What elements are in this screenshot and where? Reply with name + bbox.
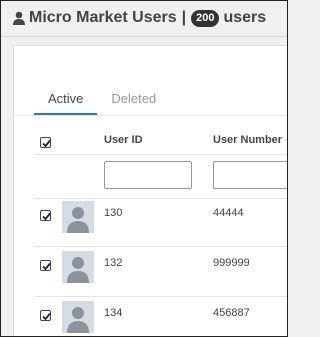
checkmark-icon [42,139,51,148]
tab-active[interactable]: Active [34,88,98,115]
user-id-cell: 130 [104,207,123,219]
users-panel: Active Deleted User ID User Number 130 4… [13,45,287,336]
header-row-divider [34,154,287,155]
checkmark-icon [42,312,51,321]
row-checkbox[interactable] [40,310,51,321]
user-number-filter-input[interactable] [213,161,287,189]
user-count-suffix: users [223,9,267,26]
checkmark-icon [42,212,51,221]
filter-row-divider [34,198,287,199]
checkmark-icon [42,262,51,271]
header-divider [1,36,287,37]
page-header: Micro Market Users | 200 users [13,7,266,29]
user-number-cell: 456887 [213,307,250,319]
column-header-user-number[interactable]: User Number [213,134,282,146]
title-separator: | [181,9,187,26]
tab-deleted[interactable]: Deleted [97,88,170,113]
select-all-checkbox[interactable] [40,137,51,148]
tab-bar: Active Deleted [34,88,170,115]
app-window: Micro Market Users | 200 users Active De… [0,0,288,337]
user-count-badge: 200 [191,9,220,27]
user-id-filter-input[interactable] [104,161,192,189]
user-id-cell: 134 [104,307,123,319]
tab-underline [14,115,287,116]
user-icon [13,11,25,25]
user-number-cell: 999999 [213,257,250,269]
row-divider [34,246,287,247]
row-checkbox[interactable] [40,210,51,221]
row-checkbox[interactable] [40,260,51,271]
user-avatar-icon [62,201,94,233]
user-number-cell: 44444 [213,207,244,219]
user-avatar-icon [62,251,94,283]
row-divider [34,296,287,297]
page-title: Micro Market Users [29,9,177,26]
user-id-cell: 132 [104,257,123,269]
user-avatar-icon [62,301,94,333]
column-header-user-id[interactable]: User ID [104,134,143,146]
